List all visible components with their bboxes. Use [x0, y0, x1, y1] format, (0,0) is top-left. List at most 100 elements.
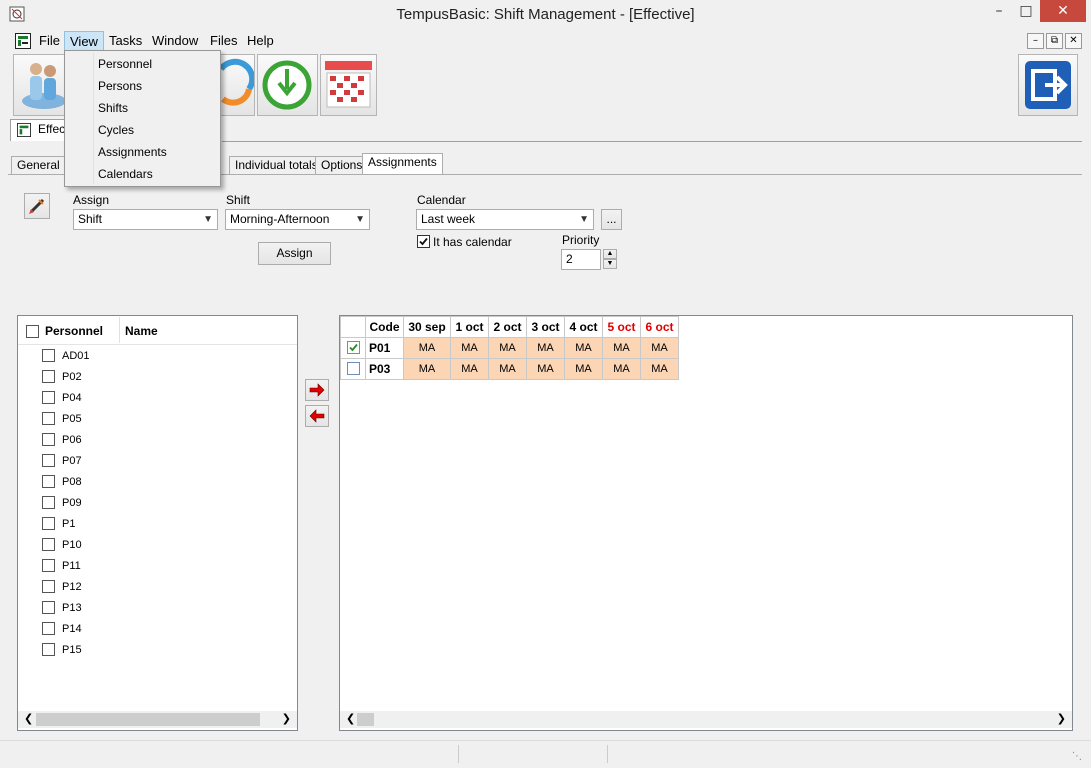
view-menu-item-cycles[interactable]: Cycles [98, 119, 134, 141]
edit-button[interactable] [24, 193, 50, 219]
shift-cell[interactable]: MA [450, 337, 489, 359]
tab-individual-totals[interactable]: Individual totals [229, 156, 324, 175]
shift-cell[interactable]: MA [564, 358, 603, 380]
personnel-row-checkbox[interactable] [42, 433, 55, 446]
grid-header-day[interactable]: 30 sep [403, 316, 451, 338]
shift-cell[interactable]: MA [526, 358, 565, 380]
assign-button[interactable]: Assign [258, 242, 331, 265]
personnel-row-checkbox[interactable] [42, 475, 55, 488]
personnel-row-code: AD01 [62, 350, 90, 362]
move-left-button[interactable] [305, 405, 329, 427]
view-menu-item-shifts[interactable]: Shifts [98, 97, 128, 119]
shift-cell[interactable]: MA [602, 337, 641, 359]
menu-view[interactable]: View [64, 31, 104, 51]
resize-grip-icon[interactable]: ⋱ [1072, 751, 1082, 762]
personnel-row-checkbox[interactable] [42, 538, 55, 551]
grid-header-day[interactable]: 4 oct [564, 316, 603, 338]
shift-cell[interactable]: MA [564, 337, 603, 359]
scroll-right-icon[interactable]: ❯ [1057, 712, 1066, 725]
calendar-browse-button[interactable]: ... [601, 209, 622, 230]
grid-header-code[interactable]: Code [365, 316, 404, 338]
personnel-row-checkbox[interactable] [42, 580, 55, 593]
scroll-thumb[interactable] [357, 713, 374, 726]
assign-select-value: Shift [78, 212, 103, 226]
shift-cell[interactable]: MA [488, 358, 527, 380]
personnel-column-header[interactable]: Personnel [45, 324, 103, 338]
menu-files[interactable]: Files [205, 31, 242, 51]
grid-header-day[interactable]: 3 oct [526, 316, 565, 338]
menu-window[interactable]: Window [147, 31, 203, 51]
grid-header-weekend-day[interactable]: 6 oct [640, 316, 679, 338]
shift-cell[interactable]: MA [602, 358, 641, 380]
priority-input[interactable]: 2 [561, 249, 601, 270]
priority-up-button[interactable]: ▲ [603, 249, 617, 259]
mdi-restore-button[interactable]: ⧉ [1046, 33, 1063, 49]
clock-toolbar-button[interactable] [257, 54, 318, 116]
assign-select[interactable]: Shift ▼ [73, 209, 218, 230]
move-right-button[interactable] [305, 379, 329, 401]
calendar-select[interactable]: Last week ▼ [416, 209, 594, 230]
mdi-minimize-button[interactable]: – [1027, 33, 1044, 49]
menu-help[interactable]: Help [242, 31, 279, 51]
left-horizontal-scrollbar[interactable]: ❮ ❯ [18, 711, 297, 728]
scroll-thumb[interactable] [36, 713, 260, 726]
assignments-grid: Code 30 sep 1 oct 2 oct 3 oct 4 oct 5 oc… [340, 316, 679, 380]
personnel-row-checkbox[interactable] [42, 517, 55, 530]
name-column-header[interactable]: Name [125, 324, 158, 338]
grid-row[interactable]: P01 MA MA MA MA MA MA MA [340, 337, 679, 359]
personnel-list-panel[interactable] [17, 315, 298, 731]
menu-file[interactable]: File [34, 31, 65, 51]
calendar-toolbar-button[interactable] [320, 54, 377, 116]
priority-down-button[interactable]: ▼ [603, 259, 617, 269]
document-icon[interactable] [15, 33, 31, 49]
row-select-cell[interactable] [340, 337, 366, 359]
cycle-toolbar-button[interactable] [218, 54, 256, 116]
maximize-button[interactable]: □ [1013, 0, 1039, 22]
minimize-button[interactable]: – [986, 0, 1012, 22]
shift-cell[interactable]: MA [403, 358, 451, 380]
grid-row[interactable]: P03 MA MA MA MA MA MA MA [340, 358, 679, 380]
select-all-checkbox[interactable] [26, 325, 39, 338]
personnel-row-checkbox[interactable] [42, 559, 55, 572]
view-menu-item-assignments[interactable]: Assignments [98, 141, 167, 163]
shift-select[interactable]: Morning-Afternoon ▼ [225, 209, 370, 230]
grid-horizontal-scrollbar[interactable]: ❮ ❯ [340, 711, 1072, 728]
exit-toolbar-button[interactable] [1018, 54, 1078, 116]
shift-cell[interactable]: MA [488, 337, 527, 359]
view-menu-item-personnel[interactable]: Personnel [98, 53, 152, 75]
tab-options[interactable]: Options [315, 156, 369, 175]
has-calendar-checkbox[interactable] [417, 235, 430, 248]
grid-header-weekend-day[interactable]: 5 oct [602, 316, 641, 338]
mdi-close-button[interactable]: ✕ [1065, 33, 1082, 49]
tab-general[interactable]: General [11, 156, 66, 175]
tab-assignments[interactable]: Assignments [362, 153, 443, 175]
personnel-row-checkbox[interactable] [42, 454, 55, 467]
shift-cell[interactable]: MA [640, 337, 679, 359]
personnel-row-checkbox[interactable] [42, 496, 55, 509]
row-checkbox[interactable] [346, 341, 360, 354]
shift-cell[interactable]: MA [403, 337, 451, 359]
scroll-right-icon[interactable]: ❯ [282, 712, 291, 725]
close-button[interactable]: ✕ [1040, 0, 1086, 22]
shift-cell[interactable]: MA [526, 337, 565, 359]
scroll-left-icon[interactable]: ❮ [24, 712, 33, 725]
view-menu-item-calendars[interactable]: Calendars [98, 163, 153, 185]
menu-tasks[interactable]: Tasks [104, 31, 147, 51]
personnel-row-checkbox[interactable] [42, 643, 55, 656]
personnel-row-checkbox[interactable] [42, 349, 55, 362]
row-checkbox[interactable] [346, 362, 360, 375]
grid-header-day[interactable]: 2 oct [488, 316, 527, 338]
personnel-row-checkbox[interactable] [42, 412, 55, 425]
view-menu-item-persons[interactable]: Persons [98, 75, 142, 97]
calendar-select-value: Last week [421, 212, 476, 226]
shift-cell[interactable]: MA [450, 358, 489, 380]
personnel-row-checkbox[interactable] [42, 601, 55, 614]
shift-cell[interactable]: MA [640, 358, 679, 380]
scroll-left-icon[interactable]: ❮ [346, 712, 355, 725]
personnel-row-checkbox[interactable] [42, 622, 55, 635]
personnel-row-checkbox[interactable] [42, 391, 55, 404]
personnel-row-checkbox[interactable] [42, 370, 55, 383]
row-select-cell[interactable] [340, 358, 366, 380]
row-code: P03 [365, 358, 404, 380]
grid-header-day[interactable]: 1 oct [450, 316, 489, 338]
